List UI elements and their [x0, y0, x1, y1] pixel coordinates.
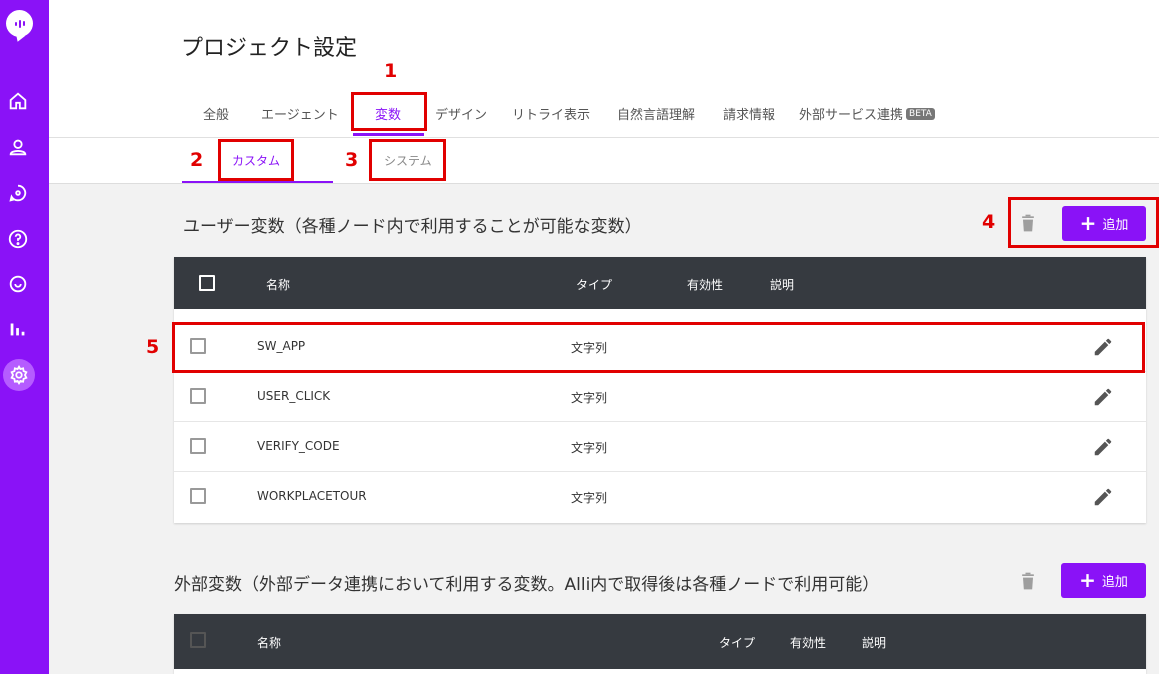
tab-external-services[interactable]: 外部サービス連携 BETA — [799, 104, 935, 123]
annotation-box-2 — [218, 139, 294, 181]
trash-icon[interactable] — [1017, 569, 1039, 593]
beta-badge: BETA — [906, 108, 935, 120]
table-header: 名称 タイプ 有効性 説明 — [174, 257, 1146, 309]
user-vars-title: ユーザー変数（各種ノード内で利用することが可能な変数） — [183, 217, 642, 237]
user-icon[interactable] — [5, 134, 31, 160]
subtabs: カスタム システム — [49, 138, 1159, 184]
user-vars-table: 名称 タイプ 有効性 説明 SW_APP 文字列 USER_CLICK 文字列 … — [174, 257, 1146, 523]
help-icon[interactable] — [5, 226, 31, 252]
plus-icon: + — [1079, 567, 1096, 592]
row-checkbox[interactable] — [190, 488, 206, 504]
column-header-validity: 有効性 — [790, 636, 827, 650]
tab-agent[interactable]: エージェント — [261, 104, 339, 123]
variable-name: VERIFY_CODE — [257, 439, 340, 453]
column-header-type: タイプ — [576, 278, 613, 292]
table-row[interactable]: USER_CLICK 文字列 — [174, 372, 1146, 422]
edit-icon[interactable] — [1092, 436, 1114, 458]
tab-nlu[interactable]: 自然言語理解 — [617, 104, 695, 123]
variable-type: 文字列 — [571, 441, 608, 455]
tab-external-services-label: 外部サービス連携 — [799, 108, 904, 123]
annotation-box-3 — [369, 139, 446, 181]
header: プロジェクト設定 全般 エージェント 変数 デザイン リトライ表示 自然言語理解… — [49, 0, 1159, 138]
variable-type: 文字列 — [571, 491, 608, 505]
variable-name: USER_CLICK — [257, 389, 331, 403]
home-icon[interactable] — [5, 88, 31, 114]
tab-retry-display[interactable]: リトライ表示 — [512, 104, 590, 123]
variable-type: 文字列 — [571, 391, 608, 405]
sidebar — [0, 0, 49, 674]
annotation-box-4 — [1008, 197, 1159, 248]
add-button-label: 追加 — [1101, 575, 1128, 590]
chat-icon[interactable] — [5, 180, 31, 206]
tab-design[interactable]: デザイン — [435, 104, 487, 123]
external-vars-table: 名称 タイプ 有効性 説明 — [174, 614, 1146, 674]
row-checkbox[interactable] — [190, 438, 206, 454]
select-all-checkbox[interactable] — [190, 632, 206, 648]
logo-icon[interactable] — [6, 10, 33, 37]
tab-billing[interactable]: 請求情報 — [723, 104, 775, 123]
column-header-description: 説明 — [770, 278, 795, 292]
table-row[interactable]: VERIFY_CODE 文字列 — [174, 422, 1146, 472]
active-subtab-indicator — [182, 181, 333, 183]
annotation-box-1 — [351, 92, 427, 131]
variable-name: WORKPLACETOUR — [257, 489, 367, 503]
add-external-var-button[interactable]: + 追加 — [1061, 563, 1146, 598]
annotation-number-5: 5 — [146, 336, 160, 358]
page-title: プロジェクト設定 — [181, 36, 358, 61]
column-header-type: タイプ — [719, 636, 756, 650]
column-header-name: 名称 — [257, 636, 282, 650]
edit-icon[interactable] — [1092, 486, 1114, 508]
annotation-number-4: 4 — [982, 211, 996, 233]
analytics-icon[interactable] — [5, 316, 31, 342]
column-header-name: 名称 — [266, 278, 291, 292]
column-header-description: 説明 — [862, 636, 887, 650]
active-tab-indicator — [353, 133, 424, 136]
table-row[interactable]: WORKPLACETOUR 文字列 — [174, 472, 1146, 522]
table-header: 名称 タイプ 有効性 説明 — [174, 614, 1146, 669]
annotation-number-2: 2 — [190, 149, 204, 171]
select-all-checkbox[interactable] — [199, 275, 215, 291]
tab-general[interactable]: 全般 — [203, 104, 229, 123]
annotation-box-5 — [172, 322, 1145, 373]
search-chat-icon[interactable] — [5, 271, 31, 297]
annotation-number-3: 3 — [345, 149, 359, 171]
external-vars-title: 外部変数（外部データ連携において利用する変数。Alli内で取得後は各種ノードで利… — [174, 575, 880, 595]
settings-icon[interactable] — [3, 359, 35, 391]
column-header-validity: 有効性 — [687, 278, 724, 292]
annotation-number-1: 1 — [384, 60, 398, 82]
edit-icon[interactable] — [1092, 386, 1114, 408]
row-checkbox[interactable] — [190, 388, 206, 404]
